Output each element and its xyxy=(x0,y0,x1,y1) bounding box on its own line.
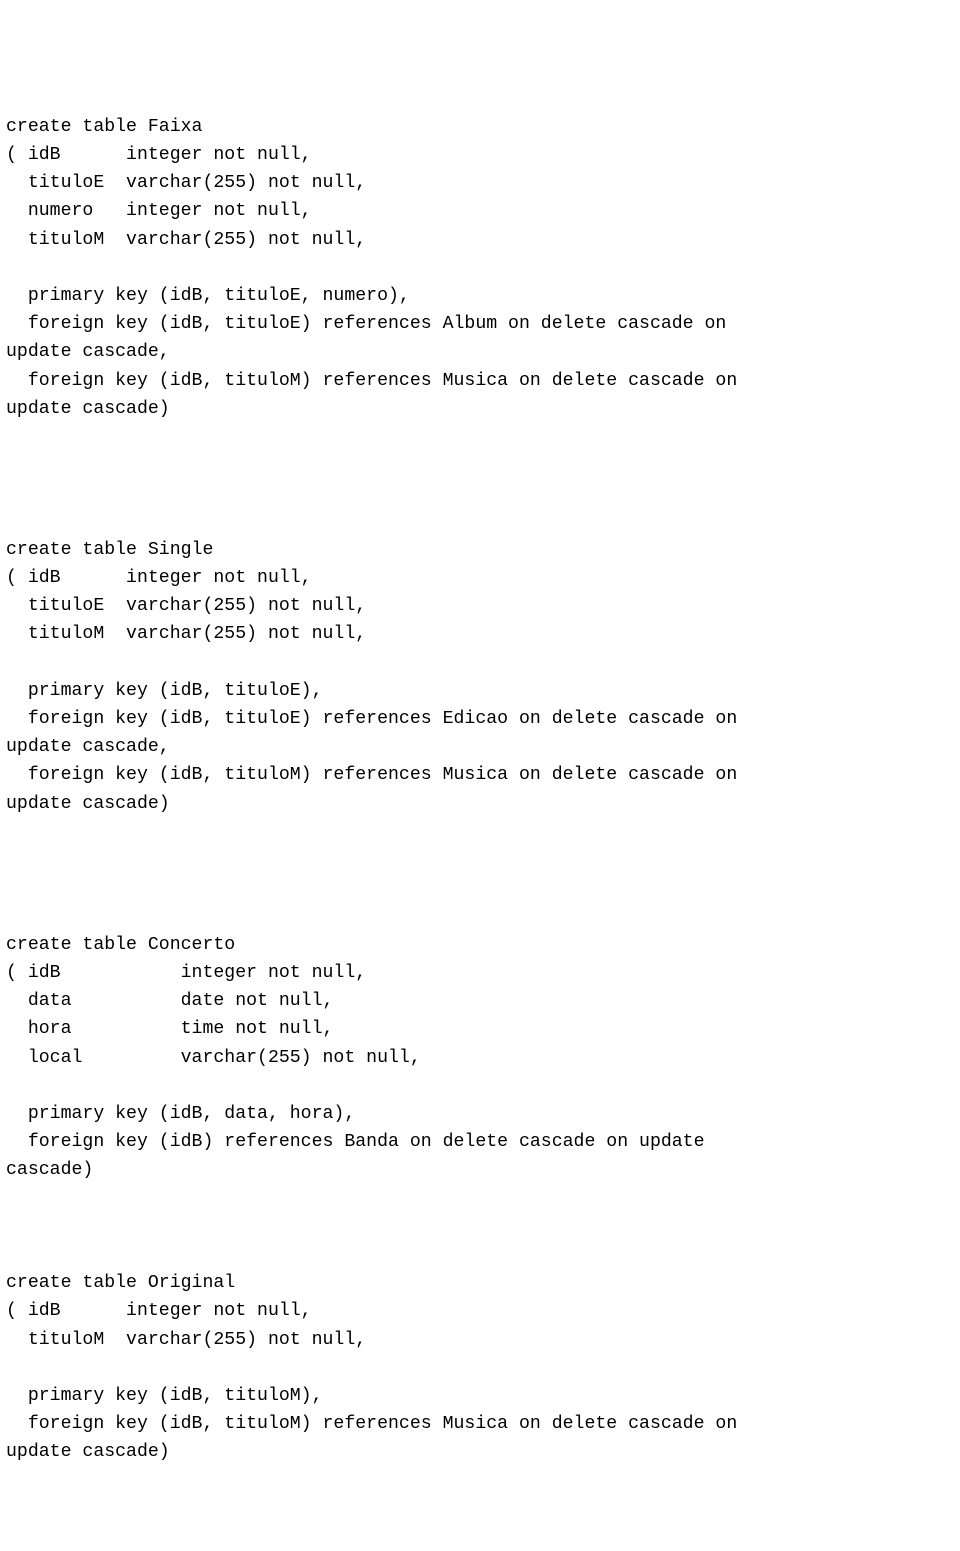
faixa-header: create table Faixa xyxy=(6,117,202,137)
table-concerto: create table Concerto ( idB integer not … xyxy=(6,903,954,1185)
single-col-2: tituloM varchar(255) not null, xyxy=(6,624,366,644)
faixa-col-3: tituloM varchar(255) not null, xyxy=(6,230,366,250)
faixa-col-0: ( idB integer not null, xyxy=(6,145,312,165)
single-header: create table Single xyxy=(6,540,213,560)
original-constraint-2: update cascade) xyxy=(6,1442,170,1462)
table-faixa: create table Faixa ( idB integer not nul… xyxy=(6,85,954,423)
single-constraint-1: foreign key (idB, tituloE) references Ed… xyxy=(6,709,737,729)
original-constraint-0: primary key (idB, tituloM), xyxy=(6,1386,323,1406)
single-constraint-4: update cascade) xyxy=(6,794,170,814)
concerto-col-2: hora time not null, xyxy=(6,1019,333,1039)
faixa-constraint-1: foreign key (idB, tituloE) references Al… xyxy=(6,314,726,334)
original-constraint-1: foreign key (idB, tituloM) references Mu… xyxy=(6,1414,737,1434)
concerto-header: create table Concerto xyxy=(6,935,235,955)
concerto-col-3: local varchar(255) not null, xyxy=(6,1048,421,1068)
faixa-col-1: tituloE varchar(255) not null, xyxy=(6,173,366,193)
concerto-col-0: ( idB integer not null, xyxy=(6,963,366,983)
faixa-constraint-2: update cascade, xyxy=(6,342,170,362)
original-header: create table Original xyxy=(6,1273,235,1293)
faixa-constraint-4: update cascade) xyxy=(6,399,170,419)
single-constraint-3: foreign key (idB, tituloM) references Mu… xyxy=(6,765,737,785)
table-single: create table Single ( idB integer not nu… xyxy=(6,508,954,818)
single-constraint-2: update cascade, xyxy=(6,737,170,757)
concerto-col-1: data date not null, xyxy=(6,991,333,1011)
single-col-0: ( idB integer not null, xyxy=(6,568,312,588)
table-original: create table Original ( idB integer not … xyxy=(6,1241,954,1467)
faixa-col-2: numero integer not null, xyxy=(6,201,312,221)
concerto-constraint-0: primary key (idB, data, hora), xyxy=(6,1104,355,1124)
concerto-constraint-1: foreign key (idB) references Banda on de… xyxy=(6,1132,705,1152)
faixa-constraint-3: foreign key (idB, tituloM) references Mu… xyxy=(6,371,737,391)
original-col-1: tituloM varchar(255) not null, xyxy=(6,1330,366,1350)
single-constraint-0: primary key (idB, tituloE), xyxy=(6,681,323,701)
original-col-0: ( idB integer not null, xyxy=(6,1301,312,1321)
concerto-constraint-2: cascade) xyxy=(6,1160,93,1180)
single-col-1: tituloE varchar(255) not null, xyxy=(6,596,366,616)
faixa-constraint-0: primary key (idB, tituloE, numero), xyxy=(6,286,410,306)
